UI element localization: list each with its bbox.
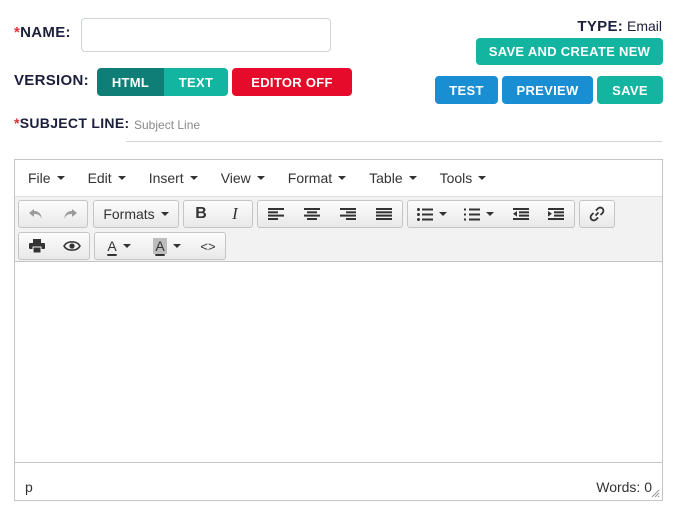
bold-button[interactable]: B — [184, 201, 218, 227]
chevron-down-icon — [56, 176, 65, 180]
chevron-down-icon — [438, 212, 447, 216]
chevron-down-icon — [486, 212, 495, 216]
editor-statusbar: p Words: 0 — [15, 462, 662, 500]
menu-view[interactable]: View — [221, 170, 265, 186]
align-left-icon[interactable] — [258, 201, 294, 227]
list-group — [407, 200, 575, 228]
menu-tools[interactable]: Tools — [440, 170, 487, 186]
chevron-down-icon — [408, 176, 417, 180]
type-indicator: TYPE: Email — [577, 18, 662, 35]
outdent-icon[interactable] — [503, 201, 539, 227]
align-center-icon[interactable] — [294, 201, 330, 227]
chevron-down-icon — [478, 176, 487, 180]
preview-button[interactable]: PREVIEW — [502, 76, 593, 104]
name-label: *NAME: — [14, 24, 71, 41]
chevron-down-icon — [122, 244, 131, 248]
text-color-icon: A — [107, 238, 117, 254]
rich-text-editor: File Edit Insert View Format Table Tools… — [14, 159, 663, 501]
subject-label-text: SUBJECT LINE: — [19, 115, 130, 131]
version-text-button[interactable]: TEXT — [164, 68, 228, 96]
background-color-button[interactable]: A — [143, 233, 191, 259]
subject-placeholder: Subject Line — [134, 118, 201, 132]
version-label: VERSION: — [14, 72, 89, 89]
chevron-down-icon — [256, 176, 265, 180]
chevron-down-icon — [117, 176, 126, 180]
undo-icon[interactable] — [19, 201, 53, 227]
name-label-text: NAME: — [20, 24, 71, 41]
name-input[interactable] — [81, 18, 331, 52]
chevron-down-icon — [160, 212, 169, 216]
chevron-down-icon — [172, 244, 181, 248]
type-value: Email — [626, 18, 662, 34]
align-right-icon[interactable] — [330, 201, 366, 227]
print-preview-group — [18, 232, 90, 260]
link-icon[interactable] — [580, 201, 614, 227]
test-button[interactable]: TEST — [435, 76, 498, 104]
indent-icon[interactable] — [538, 201, 574, 227]
history-group — [18, 200, 88, 228]
version-html-button[interactable]: HTML — [97, 68, 164, 96]
type-label: TYPE: — [577, 18, 624, 35]
bullet-list-icon[interactable] — [408, 201, 455, 227]
formats-dropdown[interactable]: Formats — [93, 200, 179, 228]
subject-label: *SUBJECT LINE: — [14, 115, 129, 131]
subject-input[interactable]: Subject Line — [126, 116, 662, 142]
color-code-group: A A <> — [94, 232, 226, 260]
print-icon[interactable] — [19, 233, 54, 259]
align-group — [257, 200, 403, 228]
resize-handle-icon[interactable] — [651, 489, 660, 498]
editor-off-button[interactable]: EDITOR OFF — [232, 68, 352, 96]
numbered-list-icon[interactable] — [455, 201, 502, 227]
menu-insert[interactable]: Insert — [149, 170, 198, 186]
background-color-icon: A — [153, 238, 167, 254]
link-group — [579, 200, 615, 228]
editor-toolbar: Formats B I A A <> — [15, 196, 662, 262]
menu-format[interactable]: Format — [288, 170, 347, 186]
redo-icon[interactable] — [53, 201, 87, 227]
chevron-down-icon — [338, 176, 347, 180]
chevron-down-icon — [189, 176, 198, 180]
text-color-button[interactable]: A — [95, 233, 143, 259]
word-count: Words: 0 — [596, 479, 652, 495]
save-and-create-new-button[interactable]: SAVE AND CREATE NEW — [476, 38, 663, 65]
align-justify-icon[interactable] — [366, 201, 402, 227]
menu-table[interactable]: Table — [369, 170, 417, 186]
version-toggle: HTML TEXT — [97, 68, 228, 96]
formats-label: Formats — [103, 206, 155, 222]
editor-content-area[interactable] — [15, 262, 662, 462]
style-group: B I — [183, 200, 253, 228]
menu-edit[interactable]: Edit — [88, 170, 126, 186]
preview-eye-icon[interactable] — [54, 233, 89, 259]
italic-button[interactable]: I — [218, 201, 252, 227]
source-code-icon[interactable]: <> — [191, 233, 225, 259]
editor-menubar: File Edit Insert View Format Table Tools — [15, 160, 662, 196]
element-path[interactable]: p — [25, 479, 33, 495]
menu-file[interactable]: File — [28, 170, 65, 186]
save-button[interactable]: SAVE — [597, 76, 663, 104]
